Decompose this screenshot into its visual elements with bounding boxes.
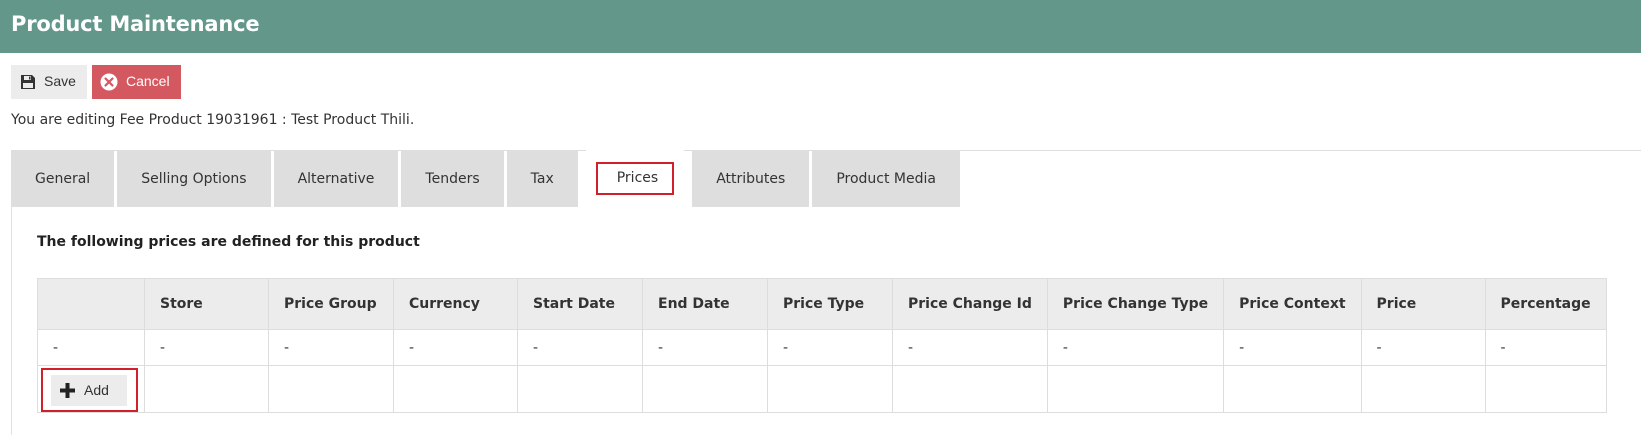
prices-section-title: The following prices are defined for thi…: [37, 234, 420, 250]
table-cell: -: [268, 329, 394, 366]
table-cell: [1223, 365, 1362, 413]
tab-label: Alternative: [297, 170, 375, 187]
table-cell: -: [37, 329, 145, 366]
tab-label: Product Media: [836, 170, 936, 187]
table-cell: -: [642, 329, 768, 366]
column-header-currency[interactable]: Currency: [393, 278, 518, 330]
cancel-button[interactable]: Cancel: [92, 65, 181, 99]
tab-label: General: [35, 170, 91, 187]
table-cell: -: [393, 329, 518, 366]
table-cell: [892, 365, 1048, 413]
editing-info-text: You are editing Fee Product 19031961 : T…: [11, 112, 415, 128]
tab-general[interactable]: General: [11, 150, 115, 207]
cancel-button-label: Cancel: [126, 73, 170, 89]
column-header-percentage[interactable]: Percentage: [1484, 278, 1607, 330]
column-header-price[interactable]: Price: [1360, 278, 1486, 330]
table-cell: -: [1484, 329, 1607, 366]
floppy-disk-icon: [21, 75, 35, 89]
table-cell: [1360, 365, 1486, 413]
table-row: - - - - - - - - - - - -: [37, 329, 1607, 366]
add-price-button[interactable]: Add: [51, 375, 127, 406]
tab-label: Attributes: [716, 170, 786, 187]
table-cell: -: [1046, 329, 1225, 366]
tab-attributes[interactable]: Attributes: [692, 150, 810, 207]
table-cell: [767, 365, 893, 413]
table-cell: [642, 365, 768, 413]
table-cell: -: [517, 329, 643, 366]
tab-label: Tenders: [425, 170, 480, 187]
table-cell: [517, 365, 643, 413]
column-header-start-date[interactable]: Start Date: [517, 278, 643, 330]
table-cell: [1484, 365, 1607, 413]
column-header-price-type[interactable]: Price Type: [767, 278, 893, 330]
table-cell: -: [767, 329, 893, 366]
plus-icon: [60, 383, 75, 398]
page-title: Product Maintenance: [11, 12, 260, 36]
tab-alternative[interactable]: Alternative: [273, 150, 399, 207]
table-cell: -: [1360, 329, 1486, 366]
column-header-price-context[interactable]: Price Context: [1223, 278, 1362, 330]
tab-prices[interactable]: Prices: [585, 150, 685, 207]
table-cell: [144, 365, 269, 413]
table-cell: [393, 365, 518, 413]
table-cell: -: [892, 329, 1048, 366]
column-header: [37, 278, 145, 330]
add-button-highlight: Add: [41, 368, 138, 412]
column-header-price-change-type[interactable]: Price Change Type: [1046, 278, 1225, 330]
table-cell: [268, 365, 394, 413]
table-cell: -: [1223, 329, 1362, 366]
table-cell: [1046, 365, 1225, 413]
column-header-price-change-id[interactable]: Price Change Id: [892, 278, 1048, 330]
save-button-label: Save: [44, 73, 76, 89]
circle-x-icon: [100, 73, 118, 91]
column-header-store[interactable]: Store: [144, 278, 269, 330]
save-button[interactable]: Save: [11, 65, 87, 99]
tab-tax[interactable]: Tax: [506, 150, 578, 207]
title-bar: Product Maintenance: [0, 0, 1641, 53]
column-header-price-group[interactable]: Price Group: [268, 278, 394, 330]
tab-label: Selling Options: [141, 170, 247, 187]
tab-bar: General Selling Options Alternative Tend…: [11, 150, 963, 207]
tab-selling-options[interactable]: Selling Options: [117, 150, 271, 207]
tab-label: Tax: [530, 170, 554, 187]
table-header-row: Store Price Group Currency Start Date En…: [37, 278, 1607, 330]
column-header-end-date[interactable]: End Date: [642, 278, 768, 330]
prices-table: Store Price Group Currency Start Date En…: [37, 278, 1607, 413]
tab-product-media[interactable]: Product Media: [812, 150, 960, 207]
add-button-label: Add: [84, 382, 109, 398]
table-cell: -: [144, 329, 269, 366]
tab-tenders[interactable]: Tenders: [401, 150, 504, 207]
tab-label: Prices: [595, 162, 675, 195]
add-row: [37, 365, 1607, 413]
